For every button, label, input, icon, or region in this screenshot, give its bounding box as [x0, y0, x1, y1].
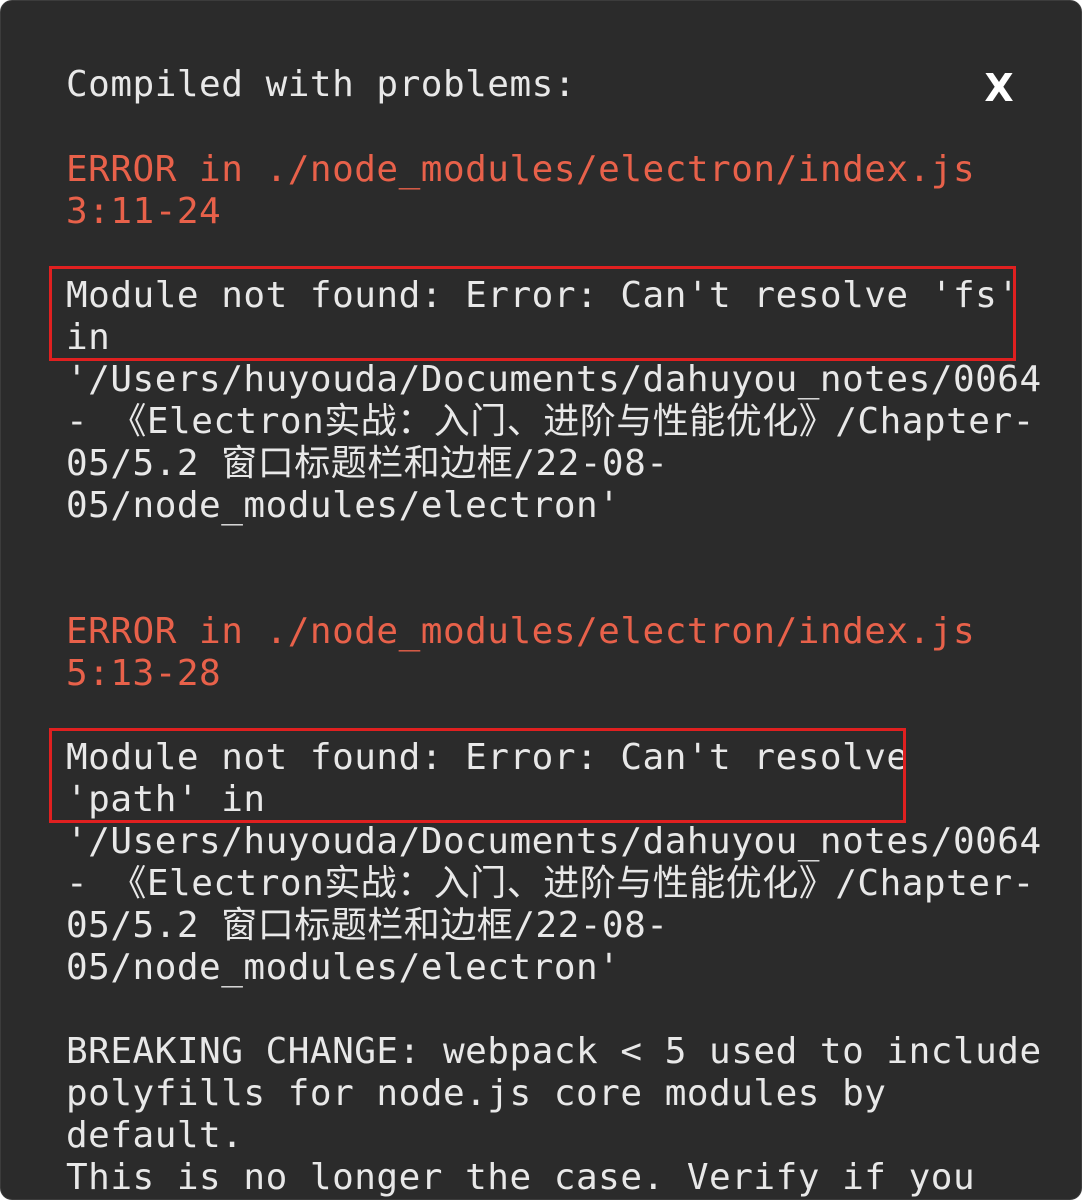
- error-message: Module not found: Error: Can't resolve '…: [66, 275, 1042, 526]
- error-list: ERROR in ./node_modules/electron/index.j…: [66, 149, 1042, 1199]
- close-button[interactable]: X: [977, 61, 1021, 115]
- error-header: ERROR in ./node_modules/electron/index.j…: [66, 149, 976, 232]
- error-header: ERROR in ./node_modules/electron/index.j…: [66, 611, 976, 694]
- error-overlay: Compiled with problems: X ERROR in ./nod…: [0, 0, 1082, 1200]
- overlay-title: Compiled with problems:: [66, 64, 576, 105]
- error-message: Module not found: Error: Can't resolve '…: [66, 737, 1042, 1198]
